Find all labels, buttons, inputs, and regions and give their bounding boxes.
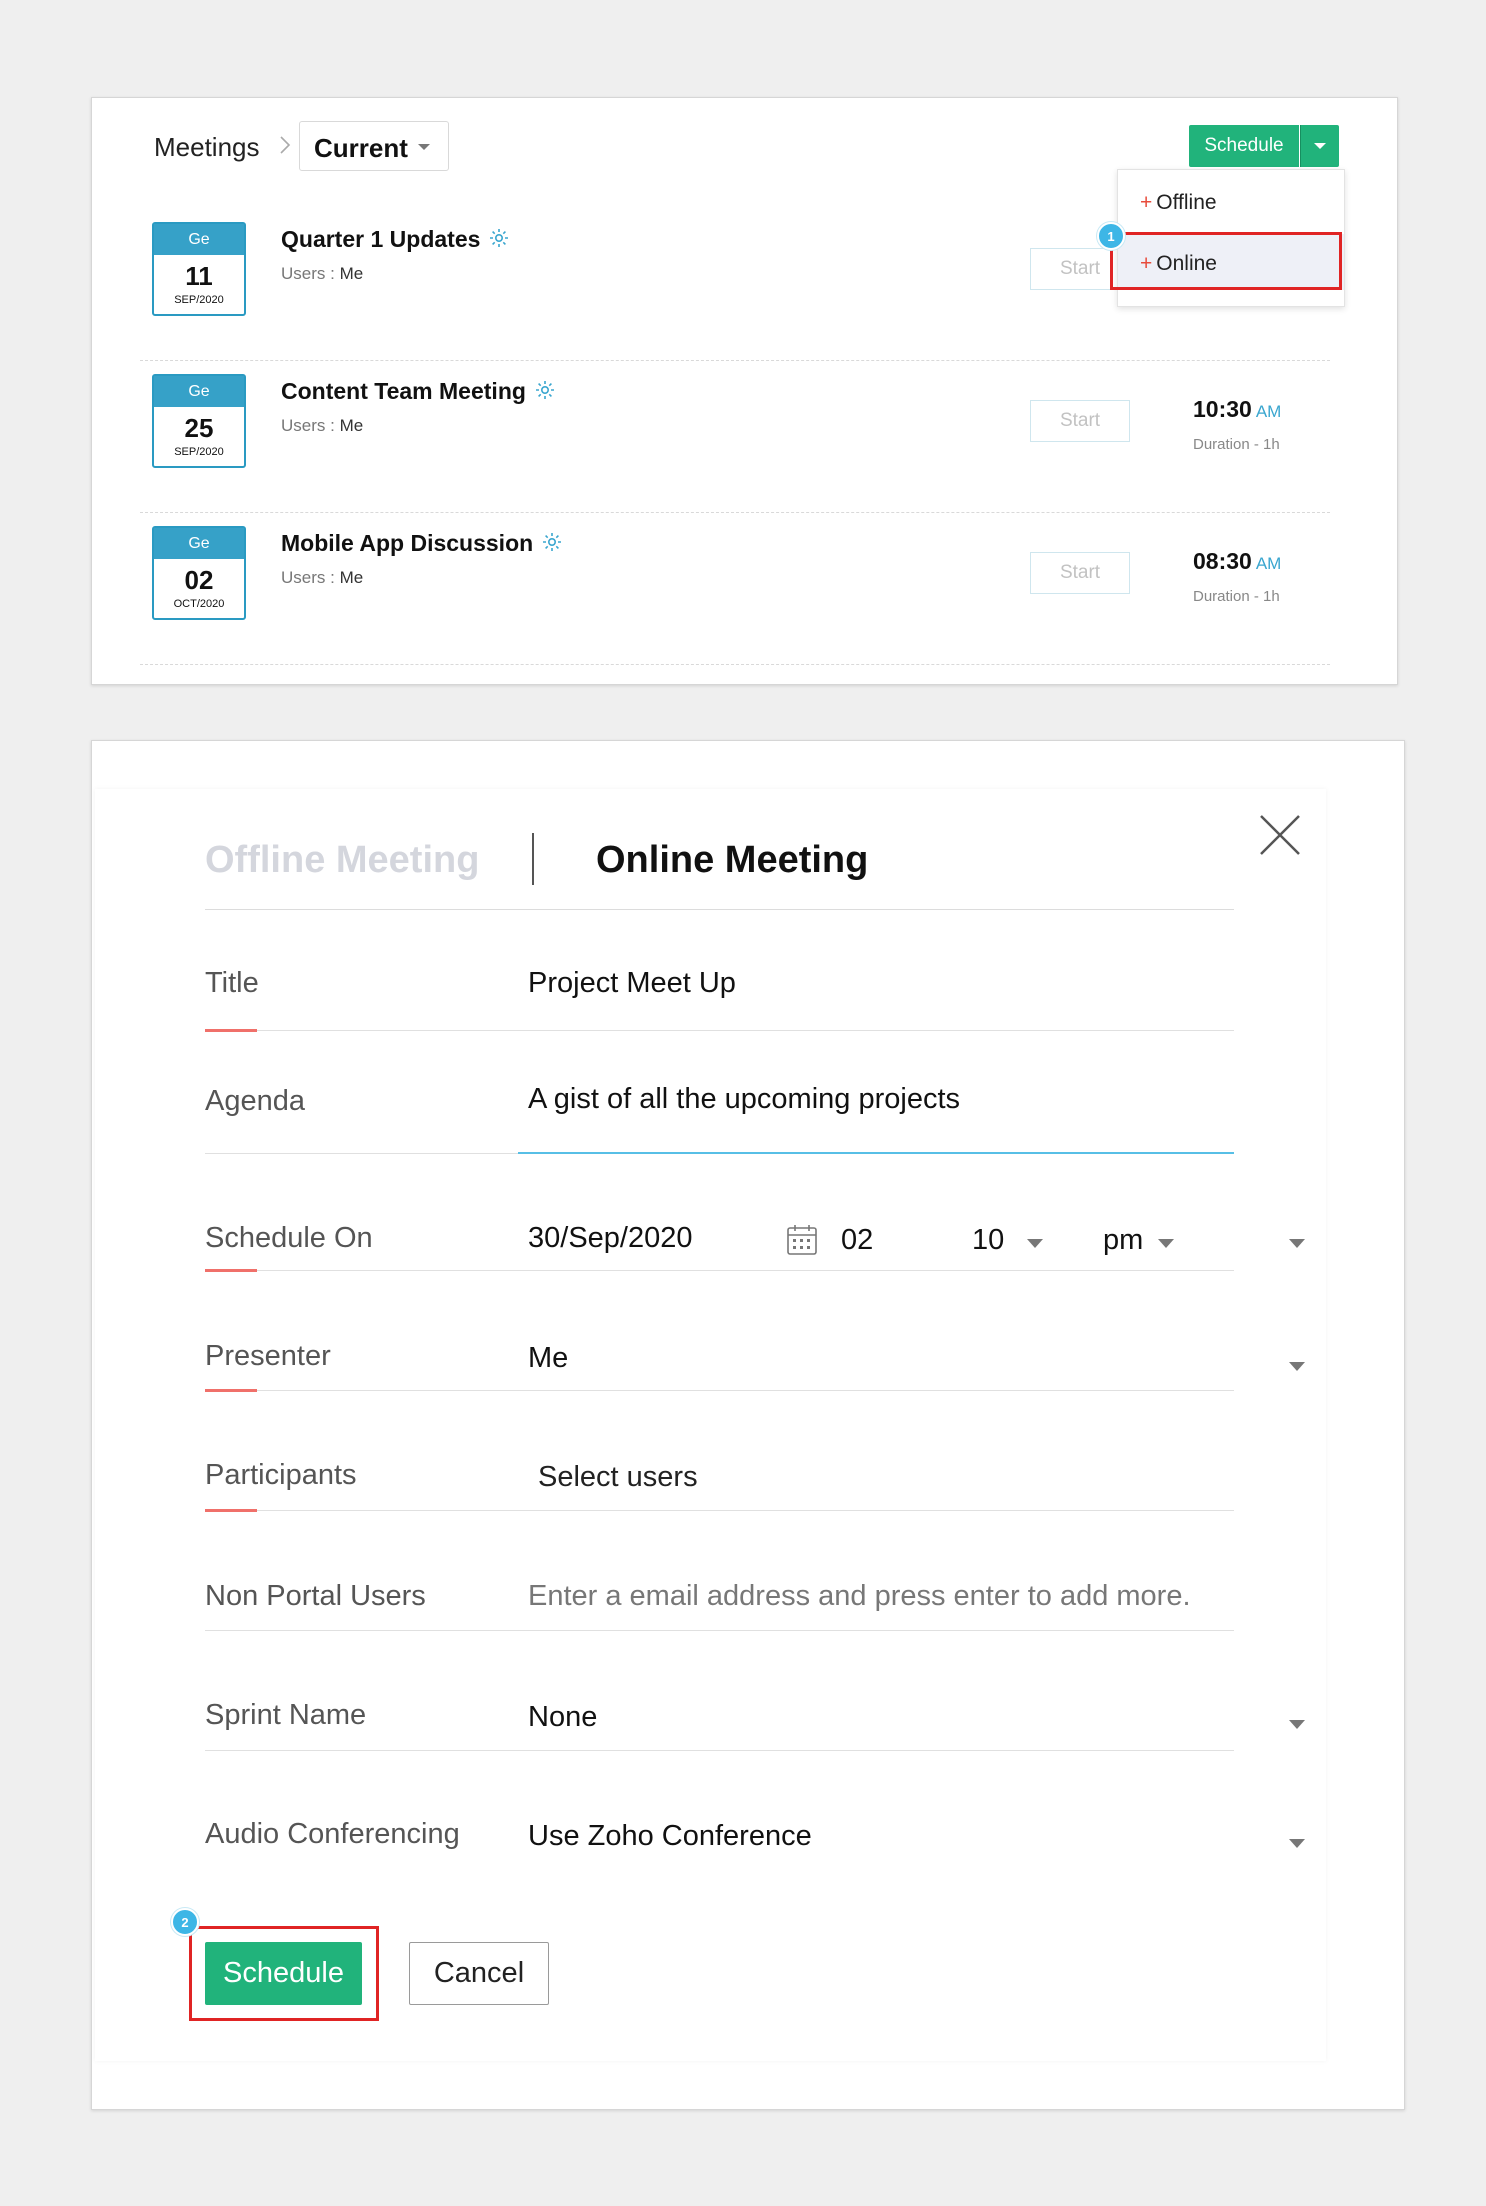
meeting-duration: Duration - 1h [1193,588,1280,605]
presenter-label: Presenter [205,1340,331,1372]
sprint-name-label: Sprint Name [205,1699,367,1731]
presenter-select[interactable]: Me [528,1342,568,1375]
sprint-name-row: Sprint Name None [205,1630,1305,1751]
audio-conferencing-label: Audio Conferencing [205,1818,460,1850]
agenda-input[interactable]: A gist of all the upcoming projects [528,1083,960,1116]
view-select-value: Current [314,133,408,163]
users-value: Me [339,568,364,587]
chevron-down-icon[interactable] [1158,1239,1174,1248]
presenter-row: Presenter Me [205,1270,1305,1392]
hour-select[interactable]: 02 [841,1224,873,1257]
non-portal-users-row: Non Portal Users Enter a email address a… [205,1510,1234,1631]
meetings-panel: Meetings Current Schedule + Offline + Onli… [91,97,1398,685]
cancel-button[interactable]: Cancel [409,1942,549,2005]
audio-conferencing-select[interactable]: Use Zoho Conference [528,1820,812,1853]
meeting-title[interactable]: Quarter 1 Updates [281,226,510,255]
tab-offline-meeting[interactable]: Offline Meeting [205,839,479,882]
users-label: Users : [281,264,335,283]
time-value: 08:30 [1193,548,1252,574]
meeting-title-text: Quarter 1 Updates [281,226,481,252]
breadcrumb-separator [278,134,292,163]
gear-icon [541,531,563,559]
title-input[interactable]: Project Meet Up [528,967,736,1000]
schedule-dropdown-toggle[interactable] [1300,125,1339,167]
date-input[interactable]: 30/Sep/2020 [528,1222,692,1255]
audio-conferencing-row: Audio Conferencing Use Zoho Conference [205,1750,1305,1870]
minute-select[interactable]: 10 [972,1224,1004,1257]
chevron-down-icon[interactable] [1289,1239,1305,1248]
highlight-online [1110,232,1342,290]
calendar-header: Ge [154,376,244,407]
meeting-duration: Duration - 1h [1193,436,1280,453]
chevron-down-icon[interactable] [1289,1839,1305,1848]
meeting-title-text: Mobile App Discussion [281,530,534,556]
meeting-title[interactable]: Mobile App Discussion [281,530,563,559]
agenda-label: Agenda [205,1085,305,1117]
meeting-title-text: Content Team Meeting [281,378,526,404]
title-label: Title [205,967,259,999]
calendar-month: SEP/2020 [174,446,224,458]
chevron-down-icon [1314,143,1326,149]
start-button[interactable]: Start [1030,400,1130,442]
users-value: Me [339,416,364,435]
meeting-users: Users : Me [281,264,363,284]
meeting-title[interactable]: Content Team Meeting [281,378,556,407]
calendar-month: OCT/2020 [173,598,225,610]
calendar-icon: Ge 11 SEP/2020 [152,222,246,316]
meeting-time: 10:30 AM [1193,396,1281,423]
calendar-day: 25 [184,413,214,443]
calendar-day: 11 [185,261,213,291]
menu-item-offline[interactable]: + Offline [1118,173,1344,229]
schedule-meeting-dialog: Offline Meeting Online Meeting Title Pro… [91,740,1405,2110]
users-label: Users : [281,416,335,435]
calendar-icon: Ge 25 SEP/2020 [152,374,246,468]
calendar-day: 02 [184,565,214,595]
close-icon[interactable] [1258,813,1302,862]
ampm-select[interactable]: pm [1103,1224,1143,1257]
tab-online-meeting[interactable]: Online Meeting [596,839,868,882]
schedule-button[interactable]: Schedule [1189,125,1299,167]
start-button[interactable]: Start [1030,552,1130,594]
meeting-users: Users : Me [281,568,363,588]
participants-row: Participants Select users [205,1390,1234,1512]
step-badge-1: 1 [1097,222,1125,250]
non-portal-users-input[interactable]: Enter a email address and press enter to… [528,1580,1191,1613]
time-value: 10:30 [1193,396,1252,422]
meeting-row[interactable]: Ge 02 OCT/2020 Mobile App Discussion Use… [140,512,1330,665]
calendar-month: SEP/2020 [174,294,224,306]
schedule-on-label: Schedule On [205,1222,373,1254]
breadcrumb-meetings[interactable]: Meetings [154,132,260,163]
time-ampm: AM [1255,402,1282,421]
meeting-users: Users : Me [281,416,363,436]
chevron-down-icon[interactable] [1027,1239,1043,1248]
users-value: Me [339,264,364,283]
non-portal-users-label: Non Portal Users [205,1580,426,1612]
users-label: Users : [281,568,335,587]
view-select[interactable]: Current [299,121,449,171]
step-badge-2: 2 [171,1908,199,1936]
gear-icon [534,379,556,407]
calendar-header: Ge [154,224,244,255]
chevron-down-icon[interactable] [1289,1720,1305,1729]
tab-divider [532,833,534,885]
schedule-on-row: Schedule On 30/Sep/2020 02 10 pm [205,1150,1305,1272]
participants-label: Participants [205,1459,357,1491]
sprint-name-select[interactable]: None [528,1701,597,1734]
time-ampm: AM [1255,554,1282,573]
gear-icon [488,227,510,255]
calendar-header: Ge [154,528,244,559]
participants-input[interactable]: Select users [538,1461,698,1494]
chevron-down-icon [418,144,430,150]
menu-item-label: Offline [1156,191,1217,214]
title-field-row: Title Project Meet Up [205,910,1234,1032]
agenda-field-row: Agenda A gist of all the upcoming projec… [205,1030,1234,1154]
calendar-picker-icon[interactable] [786,1224,818,1261]
meeting-time: 08:30 AM [1193,548,1281,575]
meeting-row[interactable]: Ge 25 SEP/2020 Content Team Meeting User… [140,360,1330,513]
calendar-icon: Ge 02 OCT/2020 [152,526,246,620]
schedule-submit-button[interactable]: Schedule [205,1942,362,2005]
plus-icon: + [1140,191,1153,214]
chevron-down-icon[interactable] [1289,1362,1305,1371]
